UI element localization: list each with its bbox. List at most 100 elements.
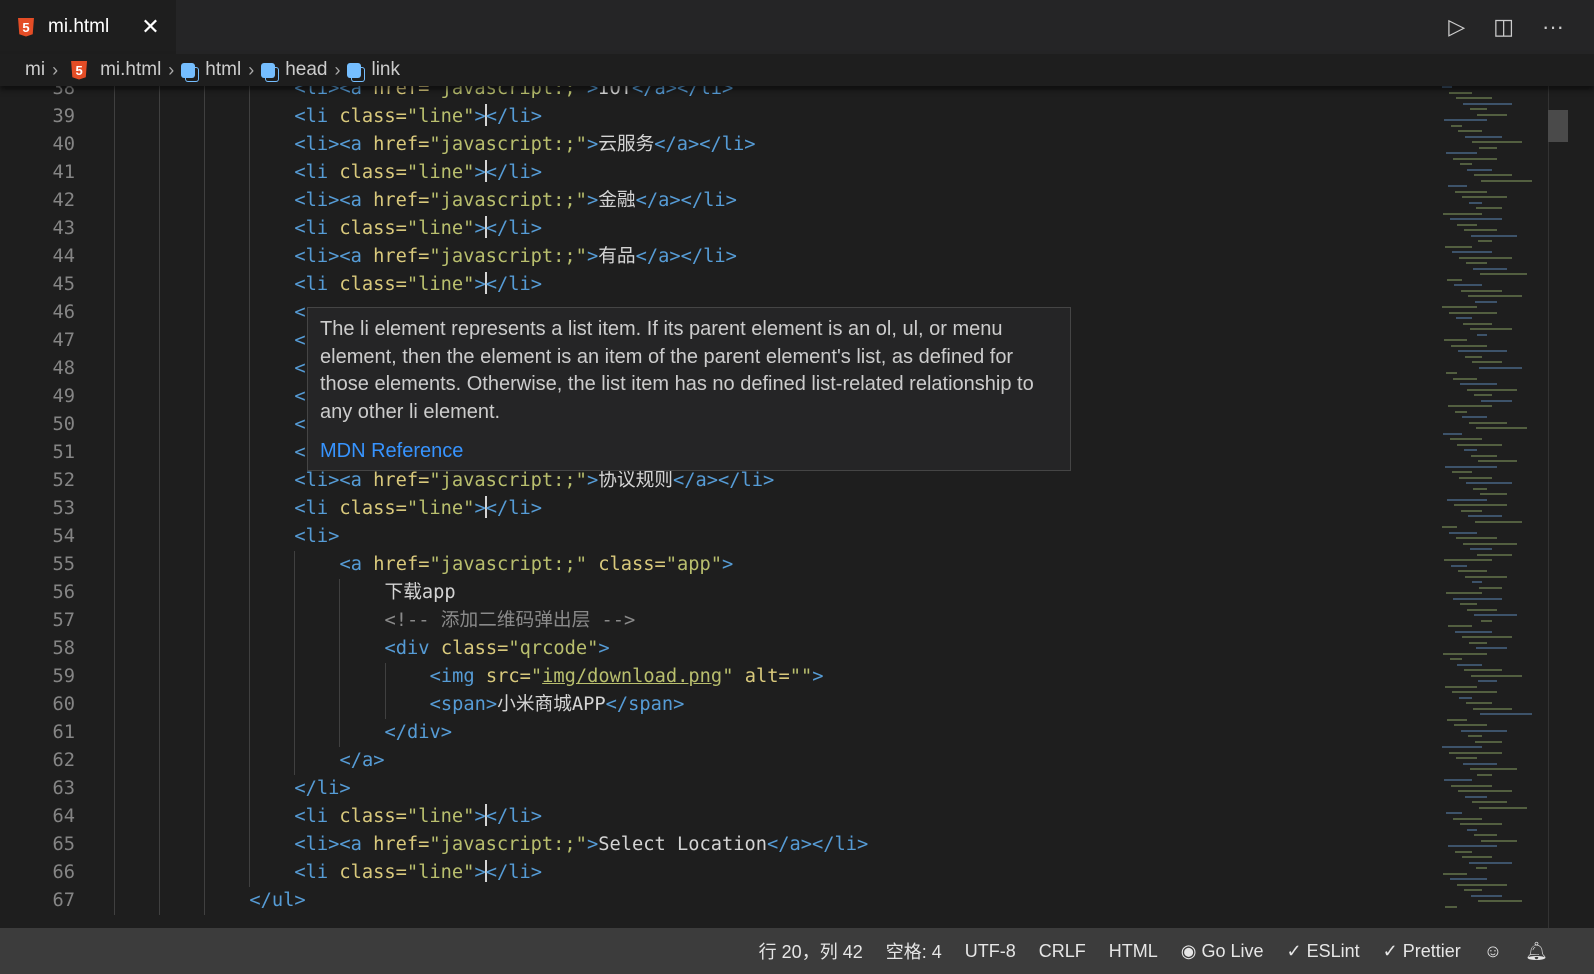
eslint-status[interactable]: ✓ ESLint: [1287, 941, 1360, 962]
indent-guide: [159, 607, 161, 635]
indent-guide: [114, 103, 116, 131]
code-line[interactable]: 64 <li class="line"></li>: [0, 803, 1430, 831]
code-line[interactable]: 56 下载app: [0, 579, 1430, 607]
breadcrumb-mi[interactable]: mi: [25, 59, 45, 81]
cursor-position[interactable]: 行 20，列 42: [759, 938, 863, 964]
code-line[interactable]: 52 <li><a href="javascript:;">协议规则</a></l…: [0, 467, 1430, 495]
code-token: "line": [406, 274, 475, 295]
code-line[interactable]: 63 </li>: [0, 775, 1430, 803]
minimap-line: [1451, 344, 1487, 347]
line-number: 66: [52, 862, 75, 883]
end-of-line[interactable]: CRLF: [1039, 941, 1086, 962]
language-mode[interactable]: HTML: [1109, 941, 1158, 962]
code-line[interactable]: 66 <li class="line"></li>: [0, 859, 1430, 887]
code-line[interactable]: 59 <img src="img/download.png" alt="">: [0, 663, 1430, 691]
indent-guide: [204, 747, 206, 775]
indent-guide: [114, 495, 116, 523]
mdn-reference-link[interactable]: MDN Reference: [320, 438, 1058, 466]
minimap-line: [1468, 295, 1522, 297]
close-icon[interactable]: ✕: [141, 14, 159, 40]
run-icon[interactable]: ▷: [1448, 14, 1465, 40]
tab-mi-html[interactable]: 5 mi.html ✕: [0, 0, 176, 54]
code-editor[interactable]: 38 <li><a href="javascript:;">IOT</a></li…: [0, 86, 1430, 928]
code-text: <li><a href="javascript:;">云服务</a></li>: [294, 131, 755, 159]
indent-guide: [204, 299, 206, 327]
code-token: href=: [373, 86, 430, 99]
indent-guide: [204, 635, 206, 663]
minimap-line: [1476, 647, 1507, 649]
code-token: <li><a: [294, 190, 374, 211]
code-line[interactable]: 67 </ul>: [0, 887, 1430, 915]
feedback-icon[interactable]: ☺: [1484, 941, 1502, 962]
indent-guide: [204, 243, 206, 271]
code-line[interactable]: 55 <a href="javascript:;" class="app">: [0, 551, 1430, 579]
code-line[interactable]: 44 <li><a href="javascript:;">有品</a></li>: [0, 243, 1430, 271]
code-text: </div>: [385, 719, 453, 747]
breadcrumb-head[interactable]: head: [285, 59, 327, 81]
code-token: class=: [339, 162, 407, 183]
code-line[interactable]: 54 <li>: [0, 523, 1430, 551]
breadcrumb-file[interactable]: mi.html: [100, 59, 161, 81]
split-editor-icon[interactable]: ◫: [1493, 14, 1514, 40]
indent-guide: [159, 187, 161, 215]
code-token: >: [598, 638, 610, 659]
indentation[interactable]: 空格: 4: [886, 938, 942, 964]
line-number: 44: [52, 246, 75, 267]
minimap-line: [1444, 339, 1467, 341]
code-text: <li class="line"></li>: [294, 159, 542, 187]
status-bar: 行 20，列 42 空格: 4 UTF-8 CRLF HTML ◉ Go Liv…: [0, 928, 1594, 974]
prettier-status[interactable]: ✓ Prettier: [1383, 941, 1461, 962]
code-token: "line": [406, 218, 475, 239]
breadcrumb-html[interactable]: html: [205, 59, 241, 81]
indent-guide: [159, 131, 161, 159]
code-token: <: [294, 386, 306, 407]
code-token: "line": [406, 498, 475, 519]
code-line[interactable]: 62 </a>: [0, 747, 1430, 775]
minimap-line: [1442, 526, 1457, 528]
code-token: "line": [406, 106, 475, 127]
code-line[interactable]: 40 <li><a href="javascript:;">云服务</a></li…: [0, 131, 1430, 159]
minimap-line: [1478, 680, 1497, 682]
minimap-line: [1446, 152, 1477, 154]
minimap-line: [1479, 806, 1527, 809]
code-line[interactable]: 45 <li class="line"></li>: [0, 271, 1430, 299]
indent-guide: [249, 635, 251, 663]
indent-guide: [339, 719, 341, 747]
code-line[interactable]: 38 <li><a href="javascript:;">IOT</a></li…: [0, 86, 1430, 103]
code-line[interactable]: 58 <div class="qrcode">: [0, 635, 1430, 663]
code-line[interactable]: 57 <!-- 添加二维码弹出层 -->: [0, 607, 1430, 635]
code-token: href=: [373, 190, 430, 211]
bell-icon[interactable]: 🔔︎: [1525, 941, 1548, 962]
minimap[interactable]: [1432, 86, 1548, 928]
indent-guide: [114, 747, 116, 775]
code-line[interactable]: 53 <li class="line"></li>: [0, 495, 1430, 523]
encoding[interactable]: UTF-8: [965, 941, 1016, 962]
code-line[interactable]: 61 </div>: [0, 719, 1430, 747]
indent-guide: [204, 663, 206, 691]
minimap-line: [1463, 762, 1497, 765]
code-token: 金融: [598, 190, 636, 211]
indent-guide: [159, 495, 161, 523]
indent-guide: [114, 411, 116, 439]
go-live-button[interactable]: ◉ Go Live: [1181, 941, 1264, 962]
indent-guide: [204, 383, 206, 411]
code-line[interactable]: 60 <span>小米商城APP</span>: [0, 691, 1430, 719]
code-line[interactable]: 42 <li><a href="javascript:;">金融</a></li>: [0, 187, 1430, 215]
code-token: "javascript:;": [429, 190, 587, 211]
minimap-line: [1448, 185, 1467, 187]
indent-guide: [249, 551, 251, 579]
code-line[interactable]: 65 <li><a href="javascript:;">Select Loca…: [0, 831, 1430, 859]
minimap-line: [1465, 135, 1502, 138]
code-line[interactable]: 39 <li class="line"></li>: [0, 103, 1430, 131]
minimap-line: [1449, 531, 1477, 534]
code-token: <div: [384, 638, 441, 659]
more-actions-icon[interactable]: ···: [1542, 14, 1564, 40]
scrollbar-thumb[interactable]: [1548, 110, 1568, 142]
code-line[interactable]: 43 <li class="line"></li>: [0, 215, 1430, 243]
line-number: 53: [52, 498, 75, 519]
vertical-scrollbar[interactable]: [1548, 86, 1568, 928]
indent-guide: [249, 663, 251, 691]
breadcrumb-link[interactable]: link: [371, 59, 400, 81]
code-line[interactable]: 41 <li class="line"></li>: [0, 159, 1430, 187]
minimap-line: [1445, 245, 1472, 248]
